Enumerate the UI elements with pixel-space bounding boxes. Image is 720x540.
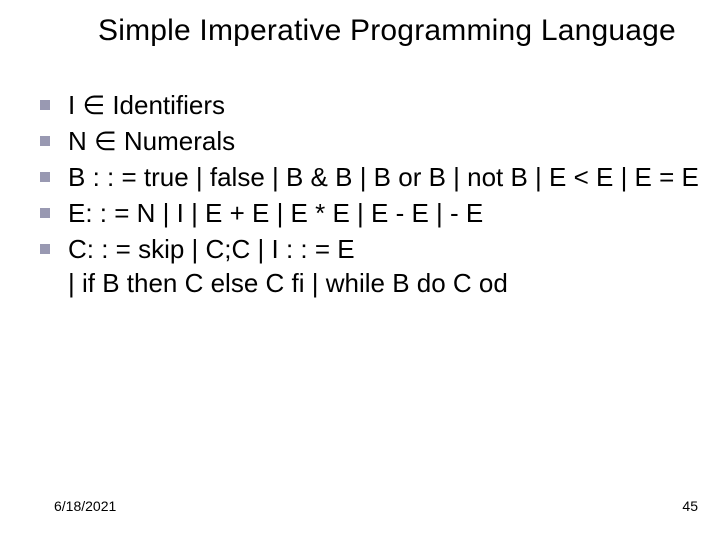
list-item: B : : = true | false | B & B | B or B | … (40, 160, 700, 194)
footer-page-number: 45 (682, 498, 698, 514)
list-item: E: : = N | I | E + E | E * E | E - E | -… (40, 196, 700, 230)
list-item-text: E: : = N | I | E + E | E * E | E - E | -… (68, 196, 700, 230)
list-item-text: N ∈ Numerals (68, 124, 700, 158)
list-item: C: : = skip | C;C | I : : = E| if B then… (40, 232, 700, 300)
footer-date: 6/18/2021 (54, 498, 116, 514)
bullet-icon (40, 100, 50, 110)
list-item-text: C: : = skip | C;C | I : : = E| if B then… (68, 232, 700, 300)
bullet-icon (40, 244, 50, 254)
list-item: I ∈ Identifiers (40, 88, 700, 122)
list-item-text: I ∈ Identifiers (68, 88, 700, 122)
slide-body: I ∈ Identifiers N ∈ Numerals B : : = tru… (40, 88, 700, 302)
list-item-text: B : : = true | false | B & B | B or B | … (68, 160, 700, 194)
slide: Simple Imperative Programming Language I… (0, 0, 720, 540)
list-item: N ∈ Numerals (40, 124, 700, 158)
bullet-icon (40, 172, 50, 182)
bullet-icon (40, 208, 50, 218)
bullet-icon (40, 136, 50, 146)
slide-title: Simple Imperative Programming Language (98, 14, 710, 48)
